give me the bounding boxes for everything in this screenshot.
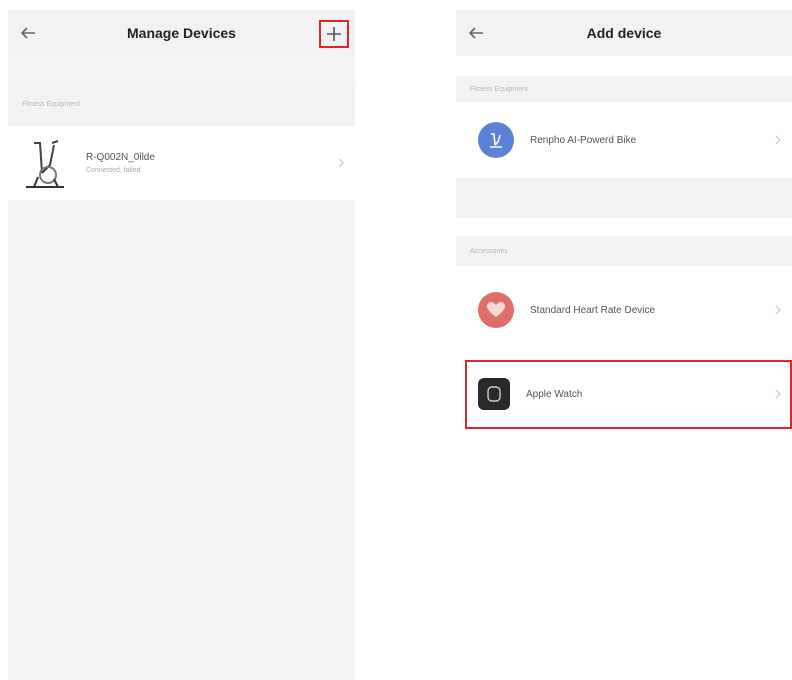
page-title: Manage Devices [127, 25, 236, 41]
section-header-fitness: Fitness Equipment [456, 76, 792, 102]
section-label: Accessories [470, 247, 508, 255]
page-title: Add device [586, 25, 662, 41]
section-label: Fitness Equipment [470, 85, 528, 93]
section-header-accessories: Accessories [456, 236, 792, 266]
apple-watch-highlight [465, 360, 792, 429]
heart-icon [478, 292, 514, 328]
manage-devices-screen: Manage Devices Fitness Equipment R-Q002N… [8, 10, 355, 680]
plus-icon [327, 27, 341, 41]
navbar: Add device [456, 10, 792, 56]
device-name: R-Q002N_0ilde [86, 152, 155, 163]
device-option-bike[interactable]: Renpho AI-Powerd Bike [456, 102, 792, 178]
chevron-right-icon [775, 135, 781, 145]
exercise-bike-icon [26, 140, 64, 188]
bike-icon [478, 122, 514, 158]
device-option-label: Standard Heart Rate Device [530, 304, 656, 316]
device-row[interactable]: R-Q002N_0ilde Connected, failed [8, 126, 355, 200]
section-header-fitness: Fitness Equipment [8, 82, 355, 126]
back-arrow-icon[interactable] [464, 21, 488, 45]
chevron-right-icon [775, 305, 781, 315]
device-status: Connected, failed [86, 167, 141, 174]
chevron-right-icon [338, 158, 344, 168]
device-info: R-Q002N_0ilde Connected, failed [86, 152, 155, 174]
back-arrow-icon[interactable] [16, 21, 40, 45]
device-option-label: Renpho AI-Powerd Bike [530, 134, 637, 146]
navbar: Manage Devices [8, 10, 355, 56]
add-device-button[interactable] [319, 20, 349, 48]
section-spacer [456, 178, 792, 218]
section-label: Fitness Equipment [22, 100, 80, 108]
device-option-heart-rate[interactable]: Standard Heart Rate Device [456, 266, 792, 354]
